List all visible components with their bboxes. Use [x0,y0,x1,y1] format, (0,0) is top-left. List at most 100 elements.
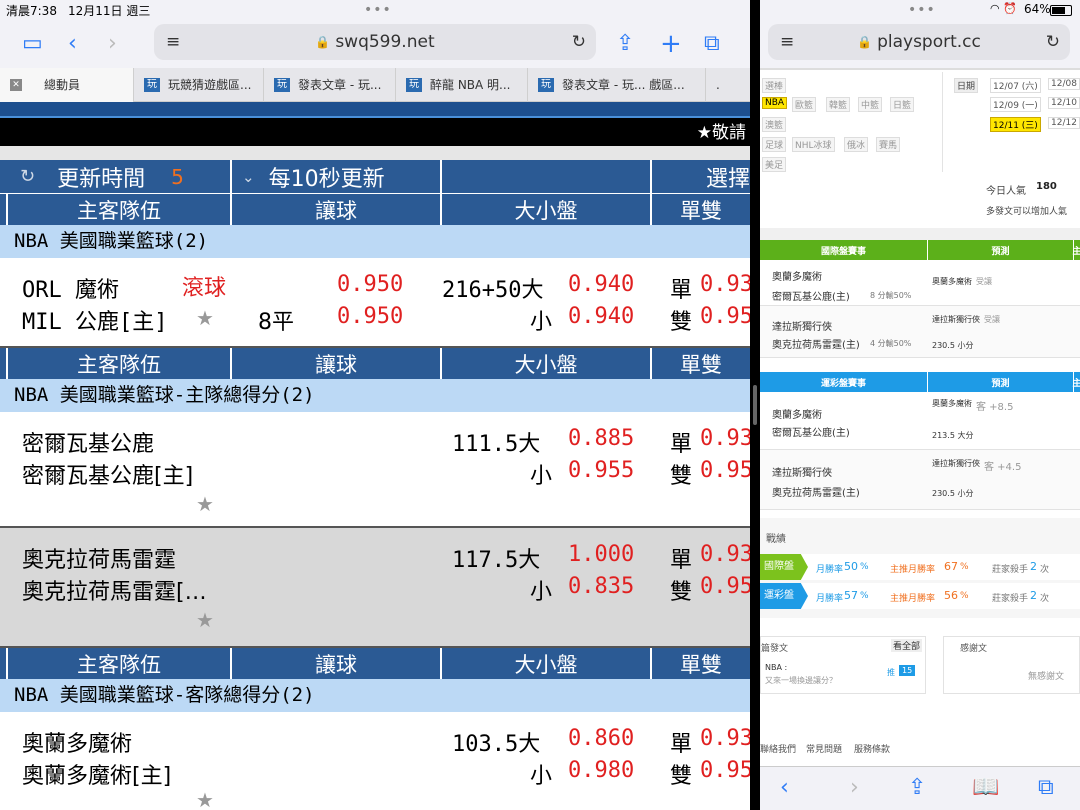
home-rate-label: 主推月勝率 [890,565,936,575]
lottery-game-row: 奧蘭多魔術 密爾瓦基公鹿(主) 奧蘭多魔術 客 +8.5 213.5 大分 [760,392,1080,450]
intl-pred-label: 預測 [928,240,1074,260]
interval-select[interactable]: ⌄ 每10秒更新 [232,160,442,193]
sport-chip[interactable]: 中籃 [858,97,883,112]
pick-state: 客 +8.5 [976,402,1014,413]
sport-chip[interactable]: 足球 [762,137,787,152]
even-odds[interactable]: 0.95 [700,574,750,599]
sport-chip[interactable]: 日籃 [890,97,915,112]
odd-label: 單 [670,732,693,757]
site-favicon-icon: 玩 [406,77,422,92]
tab-2[interactable]: 玩發表文章 - 玩... [264,67,396,102]
date-chip[interactable]: 12/10 [1048,97,1080,109]
tabs-icon[interactable]: ⧉ [704,20,720,68]
odd-odds[interactable]: 0.93 [700,542,750,567]
reader-icon[interactable]: ≡ [780,32,794,52]
tab-0[interactable]: ✕ 總動員 [0,67,134,102]
split-view-divider[interactable] [750,0,760,810]
sport-chip[interactable]: 俄冰 [844,137,869,152]
ou-line: 111.5大 [452,432,541,457]
percent-sign: % [960,591,969,601]
team-name: 奧蘭多魔術 [772,410,822,421]
footer-terms-link[interactable]: 服務條款 [854,742,890,755]
odd-odds[interactable]: 0.93 [700,726,750,751]
header-over-under: 大小盤 [442,648,652,679]
ou-line: 117.5大 [452,548,541,573]
footer-contact-link[interactable]: 聯絡我們 [760,742,796,755]
footer-faq-link[interactable]: 常見問題 [806,742,842,755]
back-icon[interactable]: ‹ [780,775,789,800]
sport-chip[interactable]: 歐籃 [792,97,817,112]
sport-chip[interactable]: NHL冰球 [792,137,835,152]
tab-5[interactable]: . [706,68,750,102]
favorite-star-icon[interactable]: ★ [196,608,214,632]
handicap-odds-away[interactable]: 0.950 [337,272,403,297]
site-header-bar [0,102,750,116]
address-bar[interactable]: ≡ 🔒 playsport.cc ↻ [768,24,1070,60]
date-chip[interactable]: 12/09 (一) [990,97,1041,112]
divider-handle[interactable] [753,385,757,425]
odd-odds[interactable]: 0.93 [700,426,750,451]
select-button[interactable]: 選擇 [652,160,750,193]
date-chip[interactable]: 12/12 [1048,117,1080,129]
streak-unit: 次 [1040,565,1050,575]
date-chip[interactable]: 12/08 [1048,78,1080,90]
league-title: NBA 美國職業籃球-客隊總得分(2) [0,679,750,712]
live-badge[interactable]: 滾球 [182,270,226,302]
ou-under-odds[interactable]: 0.940 [568,304,634,329]
sport-chip[interactable]: 韓籃 [826,97,851,112]
even-odds[interactable]: 0.95 [700,758,750,783]
sport-chip[interactable]: 美足 [762,157,787,172]
team-name: 奧克拉荷馬雷霆(主) [772,488,860,499]
ou-over-odds[interactable]: 1.000 [568,542,634,567]
ou-over-odds[interactable]: 0.940 [568,272,634,297]
bookmarks-icon[interactable]: 📖 [972,775,999,800]
favorite-star-icon[interactable]: ★ [196,788,214,810]
interval-label: 每10秒更新 [268,166,385,192]
share-icon[interactable]: ⇪ [616,20,634,68]
ou-under-odds[interactable]: 0.835 [568,574,634,599]
address-bar[interactable]: ≡ 🔒 swq599.net ↻ [154,24,596,60]
team-name: 密爾瓦基公鹿(主) [772,292,850,303]
ou-over-odds[interactable]: 0.885 [568,426,634,451]
multitask-dots-icon[interactable]: ••• [364,2,392,18]
reload-icon[interactable]: ↻ [1046,32,1060,52]
share-icon[interactable]: ⇪ [908,775,926,800]
reload-icon[interactable]: ↻ [572,32,586,52]
reader-icon[interactable]: ≡ [166,32,180,52]
favorite-star-icon[interactable]: ★ [196,492,214,516]
favorite-star-icon[interactable]: ★ [196,306,214,330]
date-chip-selected[interactable]: 12/11 (三) [990,117,1041,132]
refresh-button[interactable]: ↻ 更新時間 5 [0,160,232,193]
even-odds[interactable]: 0.95 [700,458,750,483]
even-odds[interactable]: 0.95 [700,304,750,329]
ou-under-odds[interactable]: 0.955 [568,458,634,483]
forward-icon[interactable]: › [108,20,117,68]
close-tab-icon[interactable]: ✕ [10,78,22,91]
team-name: 奧克拉荷馬雷霆(主) [772,340,860,351]
back-icon[interactable]: ‹ [68,20,77,68]
pick-ou: 230.5 小分 [932,341,974,350]
view-all-link[interactable]: 看全部 [891,639,923,652]
ou-under-odds[interactable]: 0.980 [568,758,634,783]
sidebar-icon[interactable]: ▭ [22,20,43,68]
date-chip[interactable]: 12/07 (六) [990,78,1041,93]
sport-chip[interactable]: 賽馬 [876,137,901,152]
status-bar: 清晨7:38 12月11日 週三 ••• [0,0,750,20]
tabs-icon[interactable]: ⧉ [1038,775,1054,800]
sport-chip[interactable]: 選棒 [762,78,787,93]
forward-icon[interactable]: › [850,775,859,800]
post-text[interactable]: 又來一場換邊讓分？ [765,675,837,686]
handicap-odds-home[interactable]: 0.950 [337,304,403,329]
home-rate-value: 67 [944,560,958,573]
thanks-empty: 無感謝文 [1028,672,1065,682]
sport-chip[interactable]: 澳籃 [762,117,787,132]
tab-3[interactable]: 玩醉龍 NBA 明... [396,67,528,102]
tab-4[interactable]: 玩發表文章 - 玩... 戲區... [528,67,706,102]
away-team: ORL 魔術 [22,278,119,303]
odd-odds[interactable]: 0.93 [700,272,750,297]
new-tab-icon[interactable]: + [660,20,682,68]
ou-over-odds[interactable]: 0.860 [568,726,634,751]
tab-1[interactable]: 玩玩競猜遊戲區... [134,67,264,102]
multitask-dots-icon[interactable]: ••• [908,2,936,18]
sport-chip-nba[interactable]: NBA [762,97,788,109]
